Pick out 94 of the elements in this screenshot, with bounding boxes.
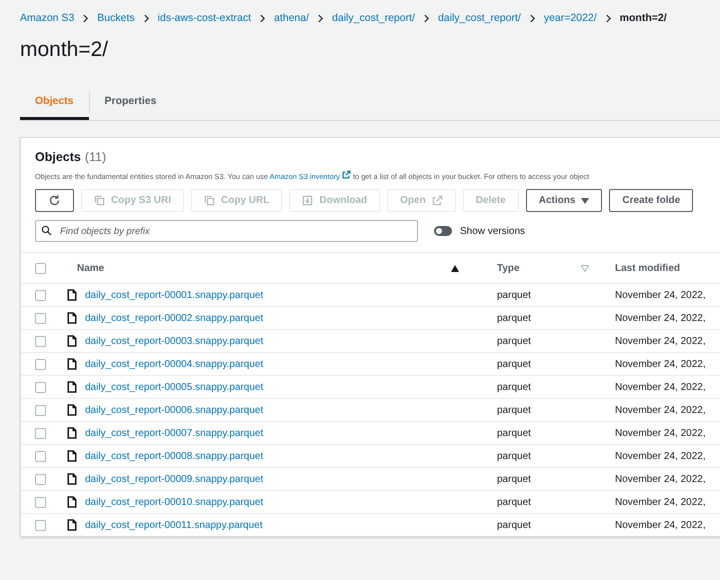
sort-icon[interactable] <box>581 264 589 272</box>
breadcrumb-link[interactable]: daily_cost_report/ <box>438 12 521 24</box>
type-cell-text: parquet <box>497 382 532 392</box>
row-checkbox[interactable] <box>35 474 46 484</box>
breadcrumb-link[interactable]: Buckets <box>97 12 135 24</box>
file-link[interactable]: daily_cost_report-00002.snappy.parquet <box>85 312 264 324</box>
row-checkbox[interactable] <box>35 290 46 300</box>
refresh-button[interactable] <box>35 189 74 212</box>
chevron-right-icon <box>528 14 537 22</box>
copy-icon <box>204 195 216 206</box>
file-link[interactable]: daily_cost_report-00009.snappy.parquet <box>85 474 264 484</box>
external-link-icon <box>432 195 443 206</box>
caret-icon <box>581 198 590 204</box>
file-link[interactable]: daily_cost_report-00010.snappy.parquet <box>85 496 264 508</box>
row-checkbox[interactable] <box>35 428 46 438</box>
row-checkbox[interactable] <box>35 336 46 346</box>
row-checkbox[interactable] <box>35 496 46 508</box>
type-cell-text: parquet <box>497 520 532 530</box>
file-icon <box>67 450 77 462</box>
file-icon <box>67 312 77 324</box>
column-header[interactable]: Name <box>63 262 451 274</box>
current-breadcrumb[interactable]: month=2/ <box>620 12 667 24</box>
sort-ascending-icon[interactable] <box>451 264 459 272</box>
download-icon <box>302 195 314 206</box>
chevron-right-icon <box>81 14 90 22</box>
file-icon <box>67 358 77 370</box>
date-cell-text: November 24, 2022, <box>615 382 707 392</box>
chevron-right-icon <box>604 14 613 22</box>
file-link[interactable]: daily_cost_report-00008.snappy.parquet <box>85 450 264 462</box>
file-link[interactable]: daily_cost_report-00005.snappy.parquet <box>85 382 264 392</box>
tab[interactable]: Objects <box>20 84 89 120</box>
date-cell-text: November 24, 2022, <box>615 336 707 346</box>
column-header[interactable]: Type <box>497 262 581 274</box>
date-cell-text: November 24, 2022, <box>615 358 707 370</box>
type-cell-text: parquet <box>497 336 532 346</box>
copy-icon <box>94 195 105 206</box>
show-versions-toggle[interactable]: Show versions <box>434 226 526 236</box>
date-cell-text: November 24, 2022, <box>615 496 707 508</box>
toolbar-button[interactable]: Create folde <box>609 189 694 212</box>
file-link[interactable]: daily_cost_report-00004.snappy.parquet <box>85 358 264 370</box>
actions-dropdown[interactable]: Actions <box>526 189 602 212</box>
chevron-right-icon <box>316 14 326 22</box>
file-link[interactable]: daily_cost_report-00007.snappy.parquet <box>85 428 264 438</box>
row-checkbox[interactable] <box>35 520 46 530</box>
file-link[interactable]: daily_cost_report-00001.snappy.parquet <box>85 290 264 300</box>
object-count: (11) <box>84 150 106 164</box>
type-cell-text: parquet <box>497 312 532 324</box>
breadcrumb-link[interactable]: year=2022/ <box>544 12 597 24</box>
type-cell-text: parquet <box>497 404 532 416</box>
chevron-right-icon <box>142 14 151 22</box>
row-checkbox[interactable] <box>35 312 46 324</box>
date-cell-text: November 24, 2022, <box>615 450 707 462</box>
date-cell-text: November 24, 2022, <box>615 290 707 300</box>
chevron-right-icon <box>258 14 267 22</box>
file-icon <box>67 381 77 393</box>
tab[interactable]: Properties <box>90 84 172 120</box>
date-cell-text: November 24, 2022, <box>615 404 707 416</box>
breadcrumb-link[interactable]: daily_cost_report/ <box>332 12 415 24</box>
select-all-checkbox[interactable] <box>35 262 46 274</box>
external-link-icon[interactable] <box>342 170 351 179</box>
date-cell-text: November 24, 2022, <box>615 520 707 530</box>
date-cell-text: November 24, 2022, <box>615 428 707 438</box>
type-cell-text: parquet <box>497 450 532 462</box>
file-icon <box>67 404 77 416</box>
breadcrumb-link[interactable]: athena/ <box>274 12 310 24</box>
file-icon <box>67 289 77 301</box>
file-link[interactable]: daily_cost_report-00006.snappy.parquet <box>85 404 264 416</box>
row-checkbox[interactable] <box>35 358 46 370</box>
file-icon <box>67 496 77 508</box>
file-icon <box>67 335 77 347</box>
breadcrumb-link[interactable]: ids-aws-cost-extract <box>158 12 251 24</box>
date-cell-text: November 24, 2022, <box>615 312 707 324</box>
row-checkbox[interactable] <box>35 404 46 416</box>
search-icon <box>41 225 52 236</box>
type-cell-text: parquet <box>497 428 532 438</box>
type-cell-text: parquet <box>497 358 532 370</box>
refresh-icon <box>48 194 61 207</box>
file-link[interactable]: daily_cost_report-00003.snappy.parquet <box>85 336 264 346</box>
file-link[interactable]: daily_cost_report-00011.snappy.parquet <box>85 520 263 530</box>
row-checkbox[interactable] <box>35 382 46 392</box>
date-cell-text: November 24, 2022, <box>615 474 707 484</box>
type-cell-text: parquet <box>497 290 532 300</box>
breadcrumb-link[interactable]: Amazon S3 <box>20 12 74 24</box>
file-icon <box>67 427 77 439</box>
search-field[interactable]: Find objects by prefix <box>35 220 418 242</box>
row-checkbox[interactable] <box>35 450 46 462</box>
type-cell-text: parquet <box>497 496 532 508</box>
chevron-right-icon <box>422 14 431 22</box>
page-title: month=2/ <box>20 38 110 62</box>
panel-heading: Objects <box>35 150 81 164</box>
file-icon <box>67 473 77 485</box>
column-header[interactable]: Last modified <box>615 262 720 274</box>
type-cell-text: parquet <box>497 474 532 484</box>
file-icon <box>67 519 77 531</box>
